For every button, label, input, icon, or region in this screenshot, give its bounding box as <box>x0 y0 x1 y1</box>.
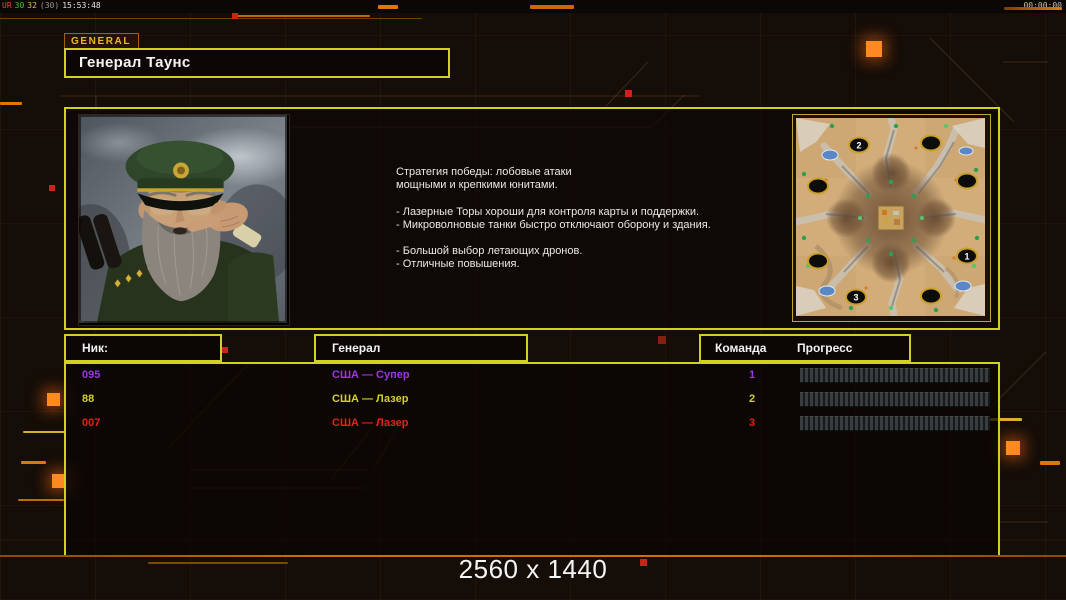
decor-dash <box>23 431 65 433</box>
player-nick: 007 <box>82 417 101 429</box>
decor-dash <box>0 102 22 105</box>
strategy-line: мощными и крепкими юнитами. <box>396 179 558 192</box>
decor-square-red <box>49 185 55 191</box>
player-team: 2 <box>748 393 756 405</box>
player-row: 095 США — Супер 1 <box>66 367 998 385</box>
general-column-label: Генерал <box>332 341 381 355</box>
players-panel: 095 США — Супер 1 88 США — Лазер 2 007 С… <box>64 362 1000 555</box>
map-preview: 2 1 3 <box>796 118 985 316</box>
decor-dash <box>21 461 46 464</box>
player-nick: 88 <box>82 393 95 405</box>
map-preview-frame: 2 1 3 <box>792 114 991 322</box>
decor-dash <box>18 499 64 501</box>
decor-square-orange <box>866 41 882 57</box>
map-marker-label: 1 <box>964 252 969 262</box>
map-marker-label: 3 <box>853 293 858 303</box>
strategy-line: - Лазерные Торы хороши для контроля карт… <box>396 205 700 218</box>
debug-segment: (30) <box>39 1 60 10</box>
player-team: 3 <box>748 417 756 429</box>
map-terrain: 2 1 3 <box>796 118 985 316</box>
decor-square-orange <box>1006 441 1020 455</box>
progress-bar <box>800 392 990 407</box>
decor-dash <box>1040 461 1060 465</box>
decor-square-red <box>625 90 632 97</box>
debug-segment: 32 <box>27 1 37 10</box>
team-column-label: Команда <box>715 341 767 355</box>
progress-bar <box>800 368 990 383</box>
player-row: 88 США — Лазер 2 <box>66 391 998 409</box>
column-header-general: Генерал <box>314 334 528 362</box>
player-general: США — Супер <box>332 369 410 381</box>
strategy-line: Стратегия победы: лобовые атаки <box>396 166 572 178</box>
column-header-team-progress: Команда Прогресс <box>699 334 911 362</box>
debug-segment: 30 <box>14 1 25 10</box>
decor-square-orange <box>47 393 60 406</box>
decor-square-red <box>232 13 238 19</box>
strategy-line: - Микроволновые танки быстро отключают о… <box>396 218 711 231</box>
debug-segment: UR <box>2 1 12 10</box>
page-title: Генерал Таунс <box>64 48 450 78</box>
strategy-line <box>396 232 786 245</box>
strategy-line: - Отличные повышения. <box>396 258 520 271</box>
player-general: США — Лазер <box>332 393 409 405</box>
strategy-line <box>396 192 786 205</box>
progress-bar <box>800 416 990 431</box>
player-team: 1 <box>748 369 756 381</box>
progress-column-label: Прогресс <box>797 341 853 355</box>
loading-screen: UR 30 32 (30) 15:53:48 00:00:00 GENERAL Гене… <box>0 0 1066 600</box>
column-header-nick: Ник: <box>64 334 222 362</box>
strategy-line: - Большой выбор летающих дронов. <box>396 245 583 258</box>
decor-dash <box>1004 7 1062 10</box>
decor-dash <box>530 5 574 9</box>
player-general: США — Лазер <box>332 417 409 429</box>
nick-column-label: Ник: <box>82 341 109 355</box>
map-marker-label: 2 <box>856 141 861 151</box>
resolution-label: 2560 x 1440 <box>458 554 608 584</box>
decor-dash <box>378 5 398 9</box>
decor-dash <box>232 15 370 17</box>
decor-square-red <box>222 347 228 353</box>
decor-dash <box>0 18 422 19</box>
player-row: 007 США — Лазер 3 <box>66 415 998 433</box>
briefing-panel: Стратегия победы: лобовые атаки мощными … <box>51 107 1000 330</box>
portrait-illustration <box>51 113 301 325</box>
debug-segment: 15:53:48 <box>62 1 101 10</box>
strategy-text: Стратегия победы: лобовые атаки мощными … <box>396 166 786 272</box>
player-nick: 095 <box>82 369 101 381</box>
decor-square-red <box>658 336 666 344</box>
general-portrait <box>51 113 301 326</box>
debug-readout: UR 30 32 (30) 15:53:48 <box>2 1 104 10</box>
